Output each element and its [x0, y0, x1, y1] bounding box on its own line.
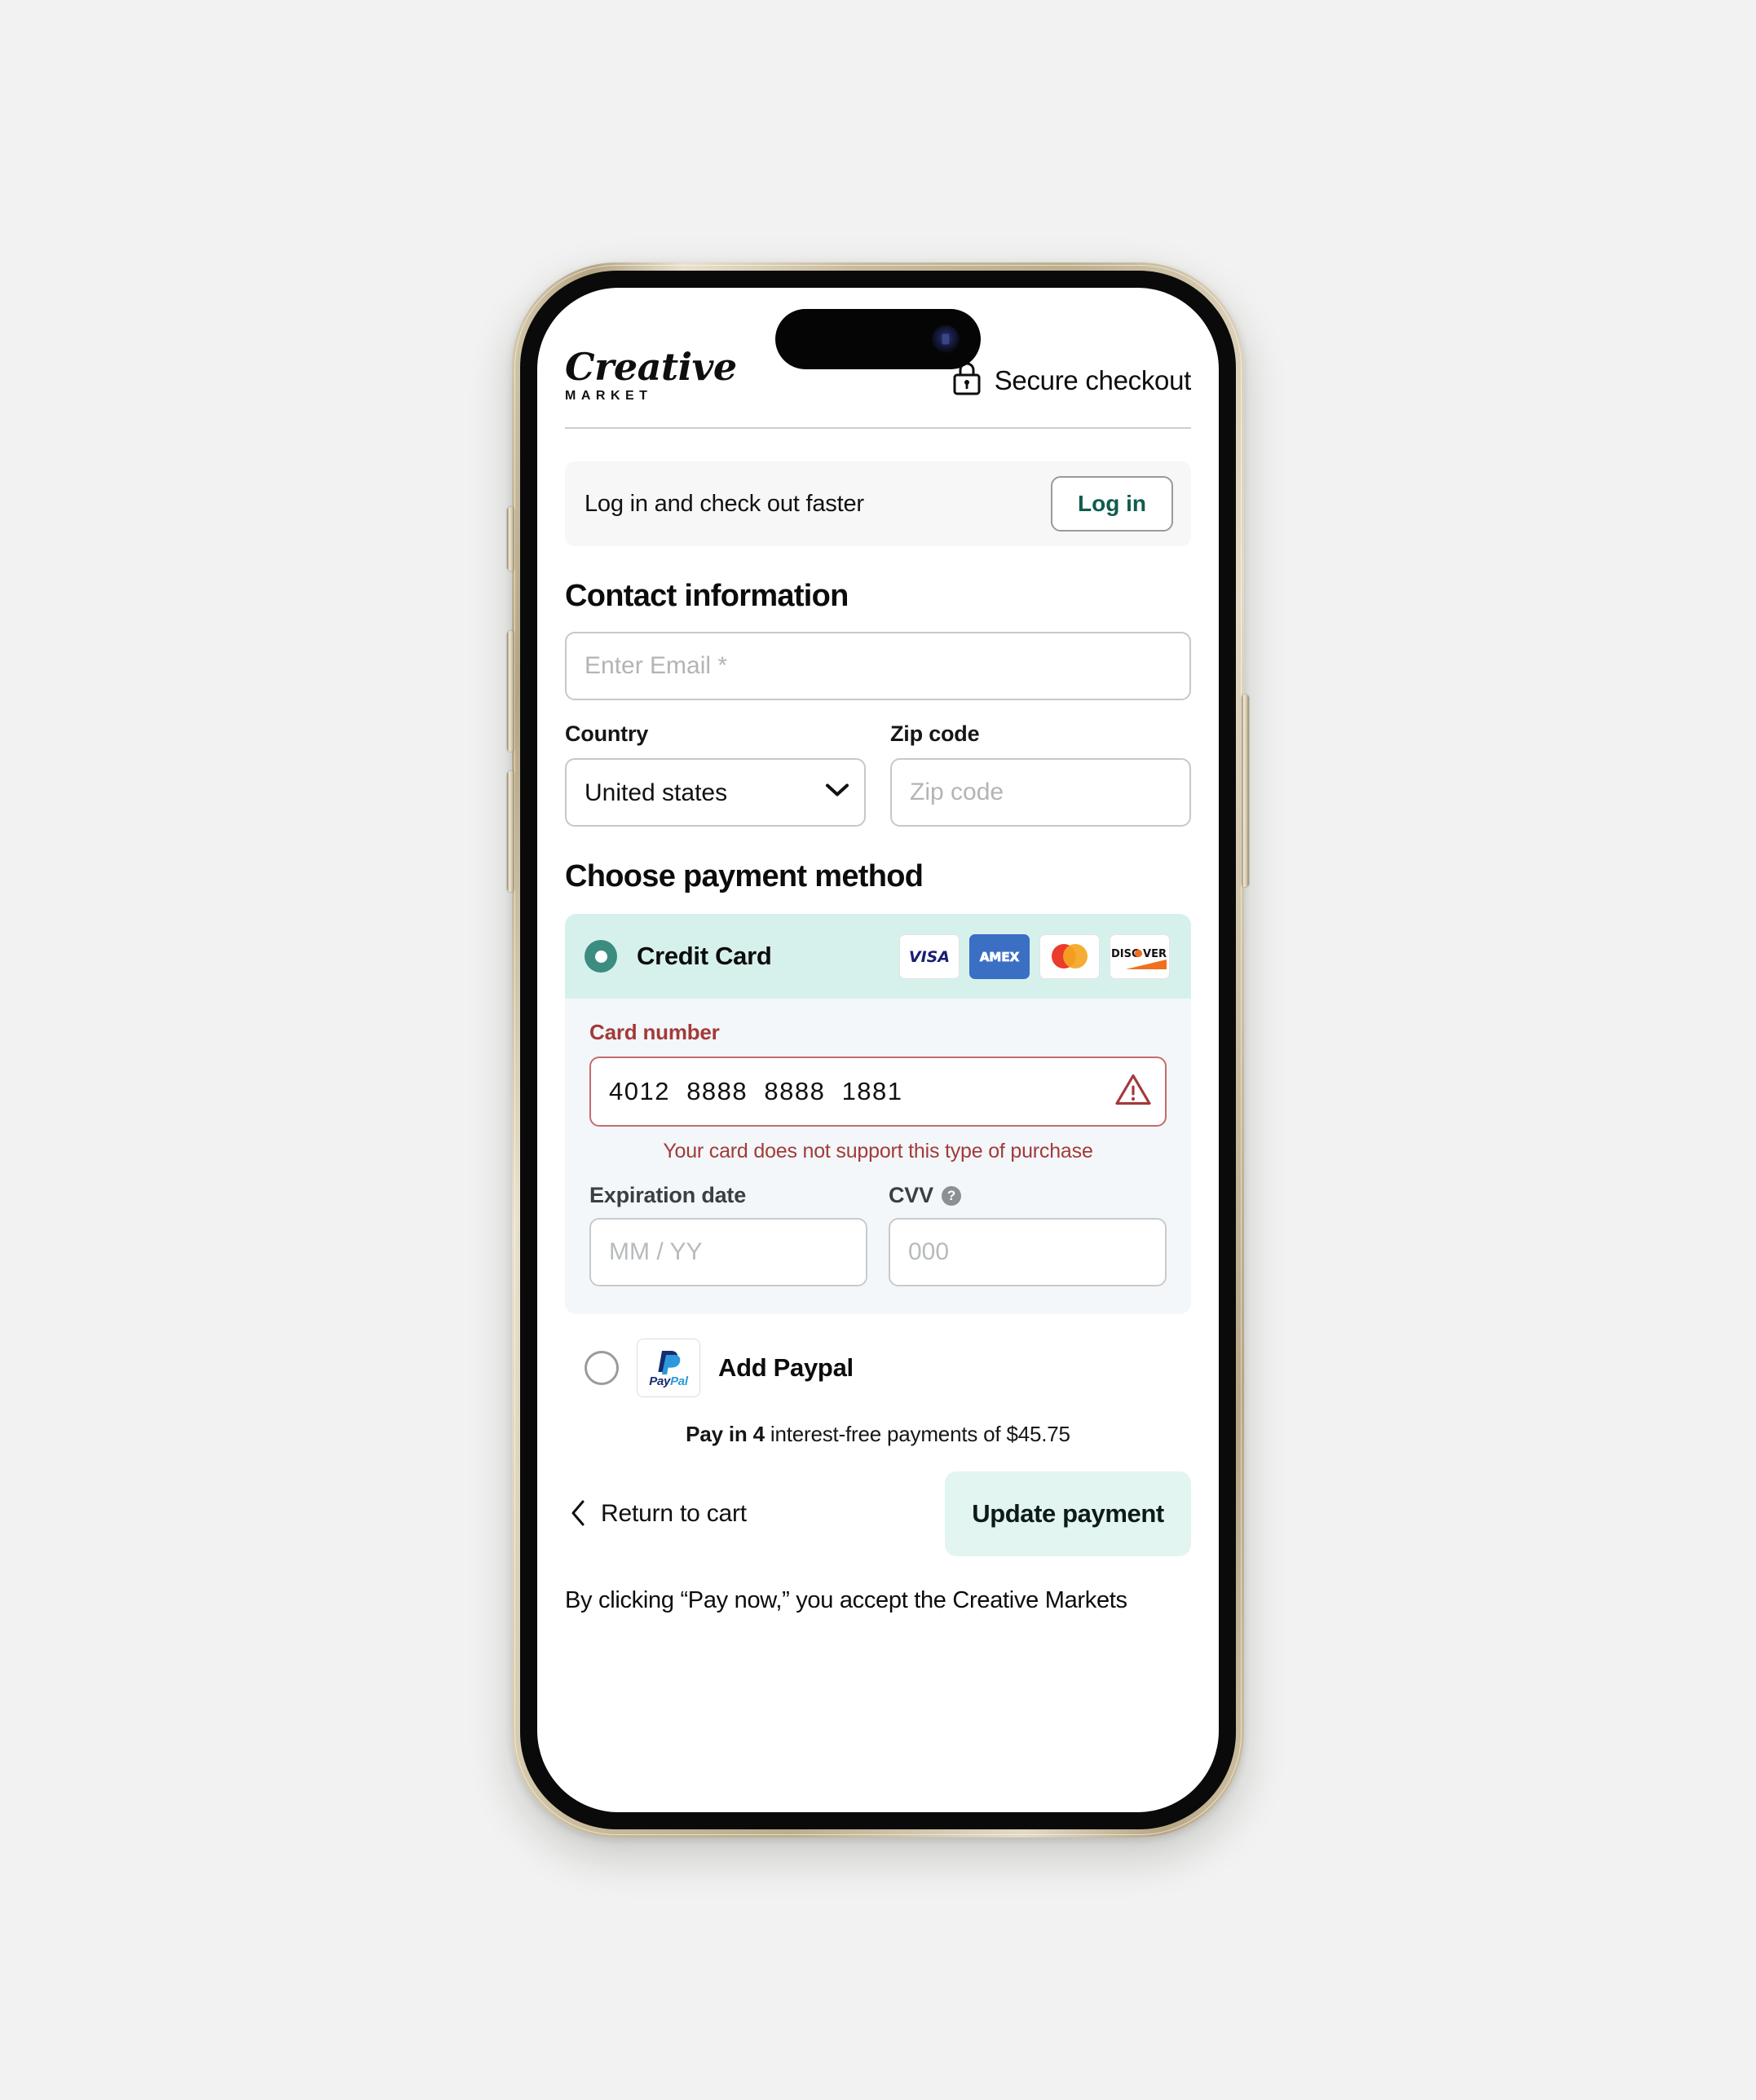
- checkout-actions: Return to cart Update payment: [565, 1471, 1191, 1556]
- svg-text:VISA: VISA: [909, 948, 950, 966]
- screenshot-canvas: Creative MARKET Secure checkout Log in a…: [0, 0, 1756, 2100]
- cvv-field[interactable]: [889, 1218, 1167, 1286]
- radio-selected-icon[interactable]: [585, 940, 617, 973]
- legal-disclaimer: By clicking “Pay now,” you accept the Cr…: [565, 1587, 1127, 1613]
- card-brand-logos: VISA AMEX DISC VER: [899, 933, 1170, 979]
- visa-icon: VISA: [899, 933, 960, 979]
- card-number-label: Card number: [589, 1020, 720, 1044]
- credit-card-option[interactable]: Credit Card VISA AMEX DISC VER: [565, 914, 1191, 999]
- payment-methods-block: Credit Card VISA AMEX DISC VER Card numb…: [565, 914, 1191, 1314]
- return-to-cart-label: Return to cart: [601, 1500, 747, 1527]
- log-in-button[interactable]: Log in: [1051, 476, 1173, 532]
- brand-name: Creative: [565, 345, 737, 389]
- cvv-group: CVV ?: [889, 1183, 1167, 1286]
- choose-payment-method-title: Choose payment method: [565, 859, 924, 893]
- phone-bezel: Creative MARKET Secure checkout Log in a…: [520, 271, 1236, 1829]
- amex-icon: AMEX: [969, 933, 1030, 979]
- expiration-group: Expiration date: [589, 1183, 867, 1286]
- phone-screen: Creative MARKET Secure checkout Log in a…: [537, 288, 1219, 1812]
- login-banner-text: Log in and check out faster: [585, 490, 864, 517]
- help-circle-icon[interactable]: ?: [941, 1185, 961, 1206]
- volume-down-button[interactable]: [507, 771, 514, 892]
- pay-in-4-rest: interest-free payments of $45.75: [764, 1422, 1070, 1446]
- checkout-page: Creative MARKET Secure checkout Log in a…: [537, 288, 1219, 1812]
- header-divider: [565, 427, 1191, 429]
- email-field[interactable]: [565, 632, 1191, 700]
- credit-card-form: Card number 4012 8888 8888 1881 Your car…: [565, 999, 1191, 1314]
- volume-up-button[interactable]: [507, 631, 514, 752]
- pay-in-4-bold: Pay in 4: [686, 1422, 765, 1446]
- pay-in-4-notice: Pay in 4 interest-free payments of $45.7…: [565, 1422, 1191, 1447]
- country-group: Country United states: [565, 721, 866, 827]
- return-to-cart-button[interactable]: Return to cart: [565, 1499, 747, 1529]
- paypal-icon: PayPal: [637, 1339, 700, 1397]
- add-paypal-label: Add Paypal: [718, 1353, 854, 1382]
- country-select[interactable]: United states: [565, 758, 866, 827]
- expiry-cvv-row: Expiration date CVV ?: [589, 1183, 1167, 1286]
- expiration-date-label: Expiration date: [589, 1183, 867, 1208]
- mastercard-icon: [1039, 933, 1100, 979]
- zip-code-field[interactable]: [890, 758, 1191, 827]
- country-label: Country: [565, 721, 649, 746]
- zip-code-label: Zip code: [890, 721, 980, 746]
- brand-subtitle: MARKET: [565, 389, 653, 403]
- front-camera-icon: [932, 325, 960, 353]
- chevron-left-icon: [570, 1499, 586, 1529]
- expiration-date-field[interactable]: [589, 1218, 867, 1286]
- update-payment-button[interactable]: Update payment: [945, 1471, 1191, 1556]
- zip-group: Zip code: [890, 721, 1191, 827]
- card-number-error-message: Your card does not support this type of …: [663, 1140, 1093, 1162]
- country-zip-row: Country United states Zip code Zip code: [565, 721, 1191, 827]
- paypal-option[interactable]: PayPal Add Paypal: [565, 1339, 1191, 1397]
- login-banner: Log in and check out faster Log in: [565, 461, 1191, 546]
- contact-information-title: Contact information: [565, 579, 849, 613]
- paypal-wordmark: PayPal: [649, 1374, 688, 1388]
- svg-text:AMEX: AMEX: [980, 950, 1020, 964]
- cvv-text: CVV: [889, 1183, 933, 1207]
- creative-market-logo[interactable]: Creative MARKET: [565, 348, 737, 404]
- card-number-field[interactable]: [589, 1057, 1167, 1127]
- radio-unselected-icon[interactable]: [585, 1351, 619, 1385]
- dynamic-island: [775, 309, 981, 369]
- secure-checkout-label: Secure checkout: [994, 364, 1192, 395]
- warning-triangle-icon: [1114, 1073, 1152, 1111]
- cvv-label: CVV ?: [889, 1183, 1167, 1208]
- power-button[interactable]: [1242, 695, 1249, 887]
- discover-icon: DISC VER: [1110, 933, 1170, 979]
- expiration-date-text: Expiration date: [589, 1183, 747, 1207]
- phone-device-frame: Creative MARKET Secure checkout Log in a…: [507, 262, 1249, 1838]
- action-button[interactable]: [507, 507, 514, 571]
- credit-card-label: Credit Card: [637, 942, 772, 970]
- secure-checkout-indicator: Secure checkout: [952, 361, 1191, 404]
